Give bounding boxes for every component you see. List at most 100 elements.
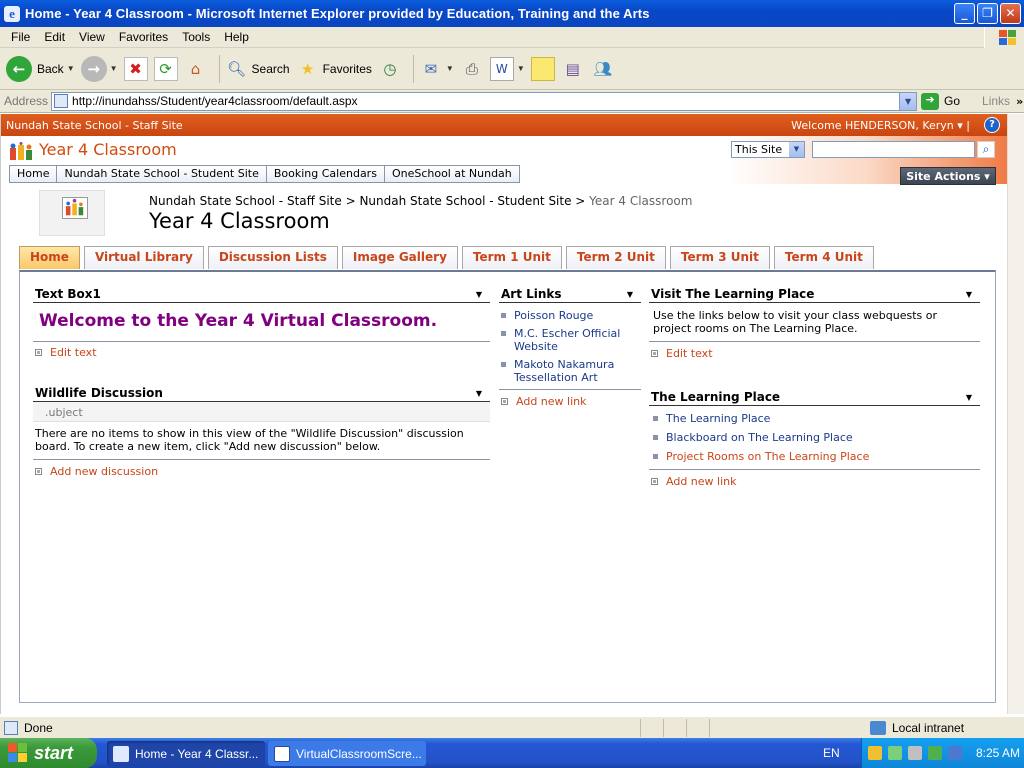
bullet-icon bbox=[35, 349, 42, 356]
home-button[interactable]: ⌂ bbox=[184, 57, 208, 81]
site-logo-icon bbox=[10, 142, 32, 160]
link-blackboard[interactable]: Blackboard on The Learning Place bbox=[651, 431, 980, 444]
add-new-discussion-link[interactable]: Add new discussion bbox=[33, 465, 490, 478]
topnav-oneschool[interactable]: OneSchool at Nundah bbox=[384, 165, 520, 183]
notes-button[interactable] bbox=[530, 56, 555, 81]
welcome-menu[interactable]: Welcome HENDERSON, Keryn ▾ | bbox=[791, 119, 970, 132]
bullet-icon bbox=[651, 478, 658, 485]
tray-icon[interactable] bbox=[868, 746, 882, 760]
address-bar: Address http://inundahss/Student/year4cl… bbox=[0, 90, 1024, 113]
menu-help[interactable]: Help bbox=[217, 30, 256, 44]
add-new-link-learning-place[interactable]: Add new link bbox=[649, 475, 980, 488]
tray-icon[interactable] bbox=[948, 746, 962, 760]
address-dropdown-icon[interactable]: ▼ bbox=[899, 92, 917, 110]
search-input[interactable] bbox=[812, 141, 975, 158]
messenger-icon: 👥︎ bbox=[593, 59, 613, 78]
menu-view[interactable]: View bbox=[72, 30, 112, 44]
topnav-home[interactable]: Home bbox=[9, 165, 58, 183]
menu-edit[interactable]: Edit bbox=[37, 30, 72, 44]
menu-tools[interactable]: Tools bbox=[175, 30, 217, 44]
print-button[interactable]: ⎙ bbox=[460, 57, 484, 81]
tray-icon[interactable] bbox=[888, 746, 902, 760]
mail-button[interactable]: ✉ ▼ bbox=[419, 57, 454, 81]
chevron-down-icon[interactable]: ▼ bbox=[446, 64, 454, 73]
breadcrumb-staff-site[interactable]: Nundah State School - Staff Site bbox=[149, 194, 342, 208]
edit-button[interactable]: W ▼ bbox=[489, 56, 525, 81]
chevron-down-icon[interactable]: ▼ bbox=[67, 64, 75, 73]
speaker-icon[interactable] bbox=[908, 746, 922, 760]
stop-icon: ✖ bbox=[123, 56, 148, 81]
webpart-menu-icon[interactable]: ▼ bbox=[476, 389, 482, 398]
edit-text-link[interactable]: Edit text bbox=[649, 347, 980, 360]
add-new-link-art[interactable]: Add new link bbox=[499, 395, 641, 408]
tab-term-4-unit[interactable]: Term 4 Unit bbox=[773, 246, 874, 269]
link-makoto-nakamura[interactable]: Makoto Nakamura Tessellation Art bbox=[499, 358, 641, 384]
site-actions-button[interactable]: Site Actions ▾ bbox=[900, 167, 996, 185]
close-button[interactable]: ✕ bbox=[1000, 3, 1021, 24]
start-button[interactable]: start bbox=[0, 738, 97, 768]
taskbar-item-word[interactable]: VirtualClassroomScre... bbox=[268, 741, 426, 766]
go-button[interactable]: ➜ Go bbox=[921, 92, 960, 110]
language-indicator[interactable]: EN bbox=[823, 746, 840, 760]
webpart-menu-icon[interactable]: ▼ bbox=[966, 393, 972, 402]
chevron-down-icon[interactable]: ▼ bbox=[110, 64, 118, 73]
stop-button[interactable]: ✖ bbox=[123, 56, 148, 81]
back-button[interactable]: ← Back ▼ bbox=[6, 55, 75, 82]
menu-file[interactable]: File bbox=[4, 30, 37, 44]
history-button[interactable]: ◷ bbox=[378, 57, 402, 81]
chevron-right-icon[interactable]: » bbox=[1016, 95, 1023, 108]
link-project-rooms[interactable]: Project Rooms on The Learning Place bbox=[651, 450, 980, 463]
search-button[interactable]: 🔍︎ Search bbox=[225, 57, 290, 81]
chevron-down-icon[interactable]: ▼ bbox=[789, 142, 804, 157]
edit-text-link[interactable]: Edit text bbox=[33, 346, 490, 359]
toolbar: ← Back ▼ → ▼ ✖ ⟳ ⌂ 🔍︎ Search ★ Favorites… bbox=[0, 48, 1024, 90]
page-image bbox=[39, 190, 105, 236]
tab-term-3-unit[interactable]: Term 3 Unit bbox=[669, 246, 770, 269]
webpart-menu-icon[interactable]: ▼ bbox=[966, 290, 972, 299]
tab-term-1-unit[interactable]: Term 1 Unit bbox=[461, 246, 562, 269]
tab-home[interactable]: Home bbox=[19, 246, 80, 269]
favorites-button[interactable]: ★ Favorites bbox=[296, 57, 372, 81]
link-mc-escher[interactable]: M.C. Escher Official Website bbox=[499, 327, 641, 353]
link-poisson-rouge[interactable]: Poisson Rouge bbox=[499, 309, 641, 322]
search-scope-select[interactable]: This Site ▼ bbox=[731, 141, 805, 158]
subject-column-header[interactable]: .ubject bbox=[33, 402, 490, 422]
topnav-student-site[interactable]: Nundah State School - Student Site bbox=[57, 165, 267, 183]
chevron-down-icon[interactable]: ▼ bbox=[517, 64, 525, 73]
link-the-learning-place[interactable]: The Learning Place bbox=[651, 412, 980, 425]
breadcrumb: Nundah State School - Staff Site > Nunda… bbox=[149, 194, 693, 208]
tab-image-gallery[interactable]: Image Gallery bbox=[341, 246, 458, 269]
windows-logo-icon bbox=[984, 27, 1024, 48]
topnav-booking-calendars[interactable]: Booking Calendars bbox=[266, 165, 385, 183]
messenger-button[interactable]: 👥︎ bbox=[591, 57, 615, 81]
site-title[interactable]: Year 4 Classroom bbox=[39, 140, 177, 159]
vertical-scrollbar[interactable] bbox=[1007, 114, 1024, 714]
taskbar: start Home - Year 4 Classr... VirtualCla… bbox=[0, 738, 1024, 768]
minimize-button[interactable]: _ bbox=[954, 3, 975, 24]
tray-icon[interactable] bbox=[928, 746, 942, 760]
tab-term-2-unit[interactable]: Term 2 Unit bbox=[565, 246, 666, 269]
address-url[interactable]: http://inundahss/Student/year4classroom/… bbox=[72, 94, 358, 108]
intranet-icon bbox=[870, 720, 886, 735]
menu-favorites[interactable]: Favorites bbox=[112, 30, 175, 44]
discussion-empty-message: There are no items to show in this view … bbox=[35, 427, 464, 453]
research-icon: ▤ bbox=[565, 59, 580, 78]
webpart-menu-icon[interactable]: ▼ bbox=[476, 290, 482, 299]
help-icon[interactable]: ? bbox=[984, 117, 1000, 133]
status-bar: Done Local intranet bbox=[0, 716, 1024, 738]
restore-button[interactable]: ❐ bbox=[977, 3, 998, 24]
breadcrumb-student-site[interactable]: Nundah State School - Student Site bbox=[359, 194, 571, 208]
address-input[interactable]: http://inundahss/Student/year4classroom/… bbox=[51, 91, 918, 111]
bullet-icon bbox=[501, 398, 508, 405]
global-site-link[interactable]: Nundah State School - Staff Site bbox=[6, 119, 183, 132]
research-button[interactable]: ▤ bbox=[561, 57, 585, 81]
links-toolbar[interactable]: Links bbox=[982, 94, 1010, 108]
search-go-icon[interactable]: ⌕ bbox=[977, 141, 995, 158]
classroom-icon bbox=[62, 197, 88, 219]
tab-discussion-lists[interactable]: Discussion Lists bbox=[207, 246, 338, 269]
forward-button[interactable]: → ▼ bbox=[80, 55, 118, 82]
refresh-button[interactable]: ⟳ bbox=[153, 56, 178, 81]
webpart-menu-icon[interactable]: ▼ bbox=[627, 290, 633, 299]
tab-virtual-library[interactable]: Virtual Library bbox=[83, 246, 204, 269]
taskbar-item-ie[interactable]: Home - Year 4 Classr... bbox=[107, 741, 265, 766]
